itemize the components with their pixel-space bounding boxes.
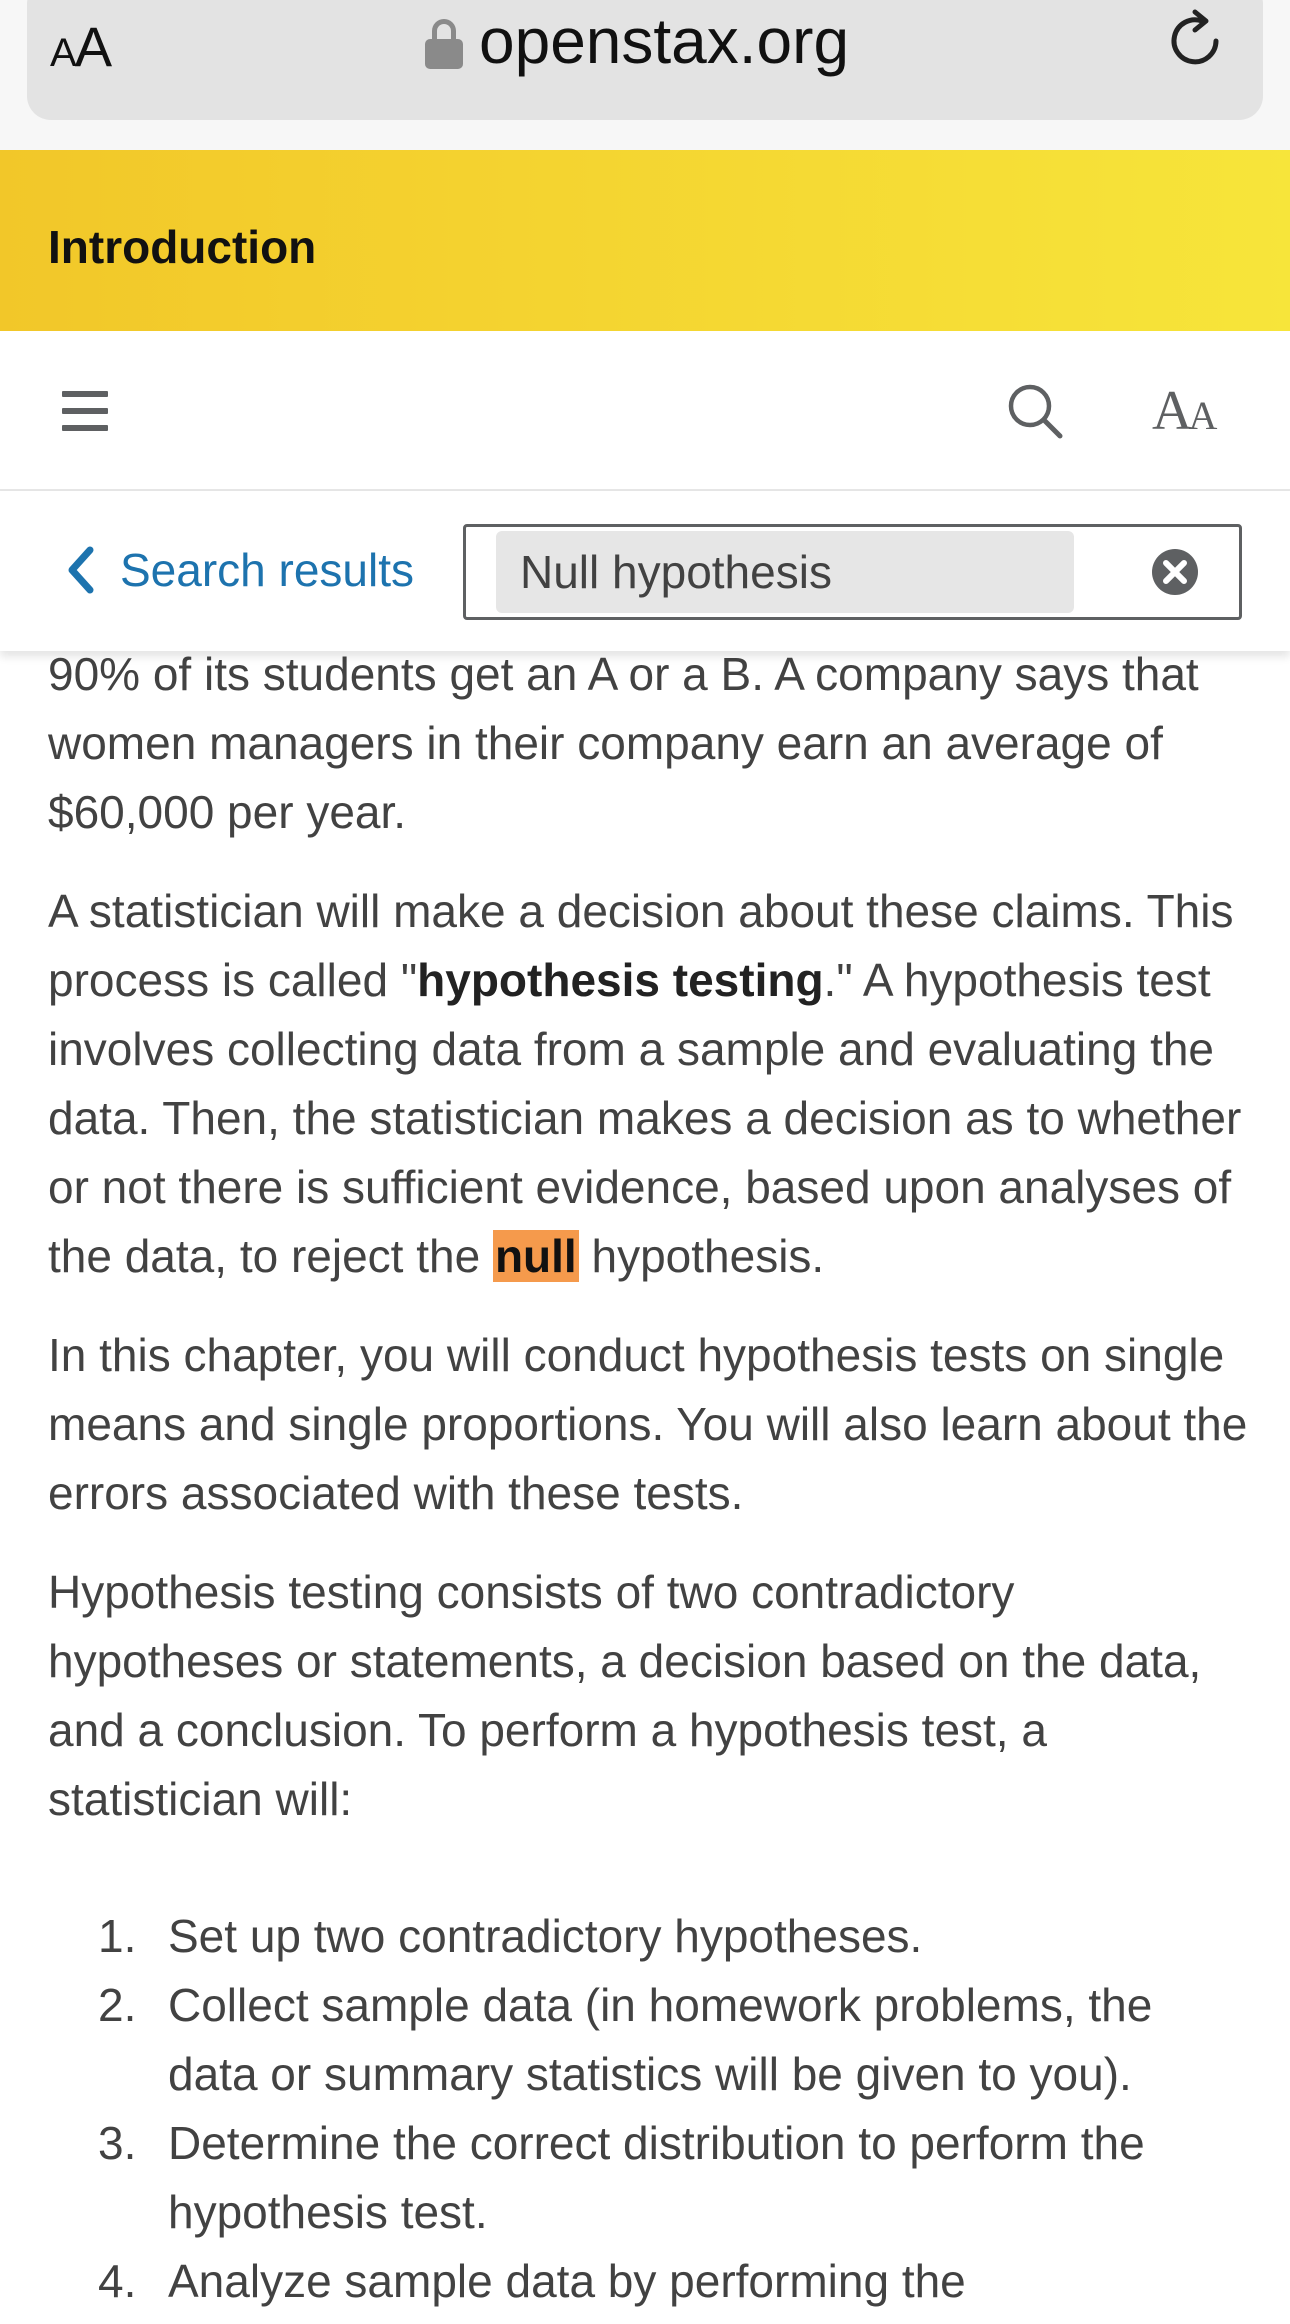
- url-display[interactable]: openstax.org: [425, 5, 850, 77]
- page-title: Introduction: [48, 221, 317, 273]
- font-size-icon[interactable]: AA: [1152, 379, 1217, 443]
- steps-list: 1. Set up two contradictory hypotheses. 2…: [48, 1902, 1248, 2316]
- chapter-banner: Introduction: [0, 150, 1290, 331]
- paragraph: In this chapter, you will conduct hypoth…: [48, 1329, 1248, 1519]
- bold-term: hypothesis testing: [417, 954, 824, 1006]
- article-content: 90% of its students get an A or a B. A c…: [48, 640, 1248, 2316]
- url-text: openstax.org: [479, 5, 850, 77]
- search-icon[interactable]: [1005, 381, 1065, 441]
- search-highlight: null: [492, 1230, 579, 1282]
- clear-icon[interactable]: [1150, 547, 1200, 597]
- paragraph: 90% of its students get an A or a B. A c…: [48, 648, 1199, 838]
- chevron-left-icon: [68, 546, 94, 594]
- reload-icon[interactable]: [1162, 8, 1228, 74]
- list-item: 3. Determine the correct distribution to …: [98, 2117, 1145, 2238]
- hamburger-icon[interactable]: [62, 391, 108, 431]
- search-input[interactable]: Null hypothesis: [496, 531, 1074, 613]
- paragraph: A statistician will make a decision abou…: [48, 885, 1242, 1282]
- list-item: 1. Set up two contradictory hypotheses.: [98, 1910, 923, 1962]
- search-results-bar: Search results Null hypothesis: [0, 491, 1290, 651]
- search-results-label: Search results: [120, 544, 415, 596]
- list-item: 2. Collect sample data (in homework probl…: [98, 1979, 1153, 2100]
- lock-icon: [425, 13, 463, 69]
- browser-address-bar: AA openstax.org: [0, 0, 1290, 150]
- page-text-size-button[interactable]: AA: [50, 14, 112, 79]
- list-item: 4. Analyze sample data by performing the: [98, 2255, 966, 2307]
- search-results-back-link[interactable]: Search results: [66, 543, 414, 597]
- reader-toolbar: AA: [0, 331, 1290, 491]
- paragraph: Hypothesis testing consists of two contr…: [48, 1566, 1202, 1825]
- search-box: Null hypothesis: [463, 524, 1242, 620]
